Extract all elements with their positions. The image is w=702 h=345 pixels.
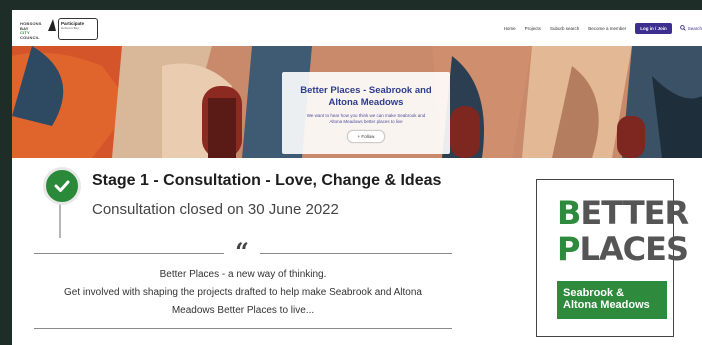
hero-card: Better Places - Seabrook and Altona Mead… <box>282 72 450 154</box>
logo-banner: Seabrook & Altona Meadows <box>557 281 667 319</box>
quote-divider-left <box>34 253 224 254</box>
quote-divider-right <box>260 253 452 254</box>
quote-icon: “ <box>235 237 249 266</box>
hero-title: Better Places - Seabrook and Altona Mead… <box>300 85 432 108</box>
nav-suburb-search[interactable]: Suburb search <box>550 26 579 31</box>
participate-logo[interactable]: Participate Hobsons Bay <box>58 18 98 40</box>
site-header: HOBSONS BAY CITY COUNCIL Participate Hob… <box>12 10 702 46</box>
follow-button[interactable]: + Follow <box>346 130 386 143</box>
nav-home[interactable]: Home <box>504 26 516 31</box>
search-icon <box>679 25 686 31</box>
search-link[interactable]: Search <box>679 25 702 31</box>
hero-banner: Better Places - Seabrook and Altona Mead… <box>12 46 702 158</box>
logo-word-places: PLACES <box>557 230 689 268</box>
page-frame: HOBSONS BAY CITY COUNCIL Participate Hob… <box>12 10 702 345</box>
hero-description: We want to hear how you think we can mak… <box>306 113 426 124</box>
check-icon <box>54 180 70 192</box>
stage-status-text: Consultation closed on 30 June 2022 <box>92 201 339 218</box>
quote-divider-bottom <box>34 328 452 329</box>
nav-become-member[interactable]: Become a member <box>588 26 626 31</box>
stage-status-badge <box>43 167 81 205</box>
better-places-logo: BETTER PLACES Seabrook & Altona Meadows <box>536 179 689 337</box>
nav-projects[interactable]: Projects <box>525 26 541 31</box>
login-button[interactable]: Log in / Join <box>635 22 672 34</box>
main-nav: Home Projects Suburb search Become a mem… <box>504 22 702 34</box>
stage-title: Stage 1 - Consultation - Love, Change & … <box>92 172 442 189</box>
logo-word-better: BETTER <box>557 194 689 232</box>
council-logo[interactable]: HOBSONS BAY CITY COUNCIL <box>20 19 56 40</box>
quote-text: Better Places - a new way of thinking. G… <box>63 269 422 316</box>
council-swoosh-icon <box>48 19 56 31</box>
